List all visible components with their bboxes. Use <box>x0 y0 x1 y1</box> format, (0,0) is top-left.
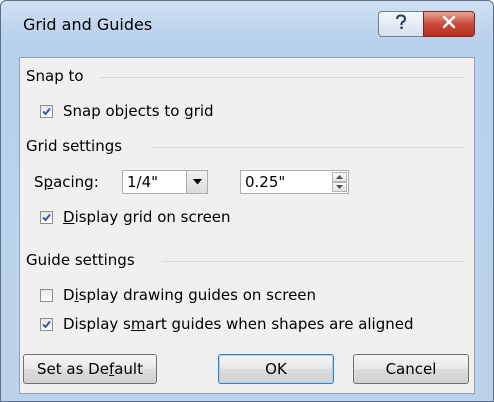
ok-button[interactable]: OK <box>218 354 334 384</box>
display-smart-guides-row[interactable]: Display smart guides when shapes are ali… <box>40 315 414 333</box>
snap-to-divider <box>100 77 464 78</box>
set-as-default-button[interactable]: Set as Default <box>23 354 157 384</box>
display-smart-guides-checkbox[interactable] <box>40 317 53 331</box>
checkmark-icon <box>42 213 51 221</box>
checkmark-icon <box>42 107 51 115</box>
cancel-button[interactable]: Cancel <box>353 354 469 384</box>
grid-settings-header: Grid settings <box>26 137 122 155</box>
snap-objects-to-grid-label: Snap objects to grid <box>63 102 214 120</box>
close-button[interactable] <box>423 11 475 37</box>
spacing-spin-buttons <box>332 172 347 192</box>
spacing-value-spinner[interactable]: 0.25" <box>240 170 349 194</box>
display-smart-guides-label: Display smart guides when shapes are ali… <box>63 315 414 333</box>
display-grid-checkbox[interactable] <box>40 210 53 224</box>
spacing-preset-combo[interactable]: 1/4" <box>122 170 208 194</box>
checkmark-icon <box>42 320 51 328</box>
grid-settings-divider <box>152 147 464 148</box>
snap-objects-to-grid-checkbox[interactable] <box>40 104 53 118</box>
display-drawing-guides-row[interactable]: Display drawing guides on screen <box>40 286 316 304</box>
chevron-down-icon <box>192 179 202 185</box>
snap-objects-to-grid-row[interactable]: Snap objects to grid <box>40 102 214 120</box>
snap-to-header: Snap to <box>26 67 84 85</box>
spacing-label: Spacing: <box>34 173 99 191</box>
grid-settings-header-label: Grid settings <box>26 137 123 155</box>
spacing-preset-dropdown-button[interactable] <box>186 171 207 193</box>
guide-settings-header: Guide settings <box>26 251 135 269</box>
spacing-value-input[interactable]: 0.25" <box>245 173 285 191</box>
cancel-label: Cancel <box>385 360 437 378</box>
help-button[interactable] <box>378 11 424 37</box>
display-grid-row[interactable]: Display grid on screen <box>40 208 231 226</box>
spacing-preset-value: 1/4" <box>127 173 159 191</box>
guide-settings-divider <box>162 261 464 262</box>
spin-up-button[interactable] <box>332 172 347 182</box>
display-drawing-guides-checkbox[interactable] <box>40 288 53 302</box>
ok-label: OK <box>265 360 287 378</box>
question-mark-icon <box>394 14 408 34</box>
arrow-up-icon <box>336 175 343 179</box>
title-bar[interactable]: Grid and Guides <box>1 1 493 55</box>
spin-down-button[interactable] <box>332 182 347 192</box>
close-x-icon <box>441 15 457 33</box>
set-as-default-label: Set as Default <box>37 360 143 378</box>
grid-and-guides-dialog: Grid and Guides Snap to Snap objects to … <box>0 0 494 402</box>
dialog-title: Grid and Guides <box>23 15 153 34</box>
snap-to-header-label: Snap to <box>26 67 84 85</box>
display-drawing-guides-label: Display drawing guides on screen <box>63 286 317 304</box>
display-grid-label: Display grid on screen <box>63 208 231 226</box>
guide-settings-header-label: Guide settings <box>26 251 135 269</box>
dialog-client-area: Snap to Snap objects to grid Grid settin… <box>19 57 475 394</box>
arrow-down-icon <box>336 185 343 189</box>
